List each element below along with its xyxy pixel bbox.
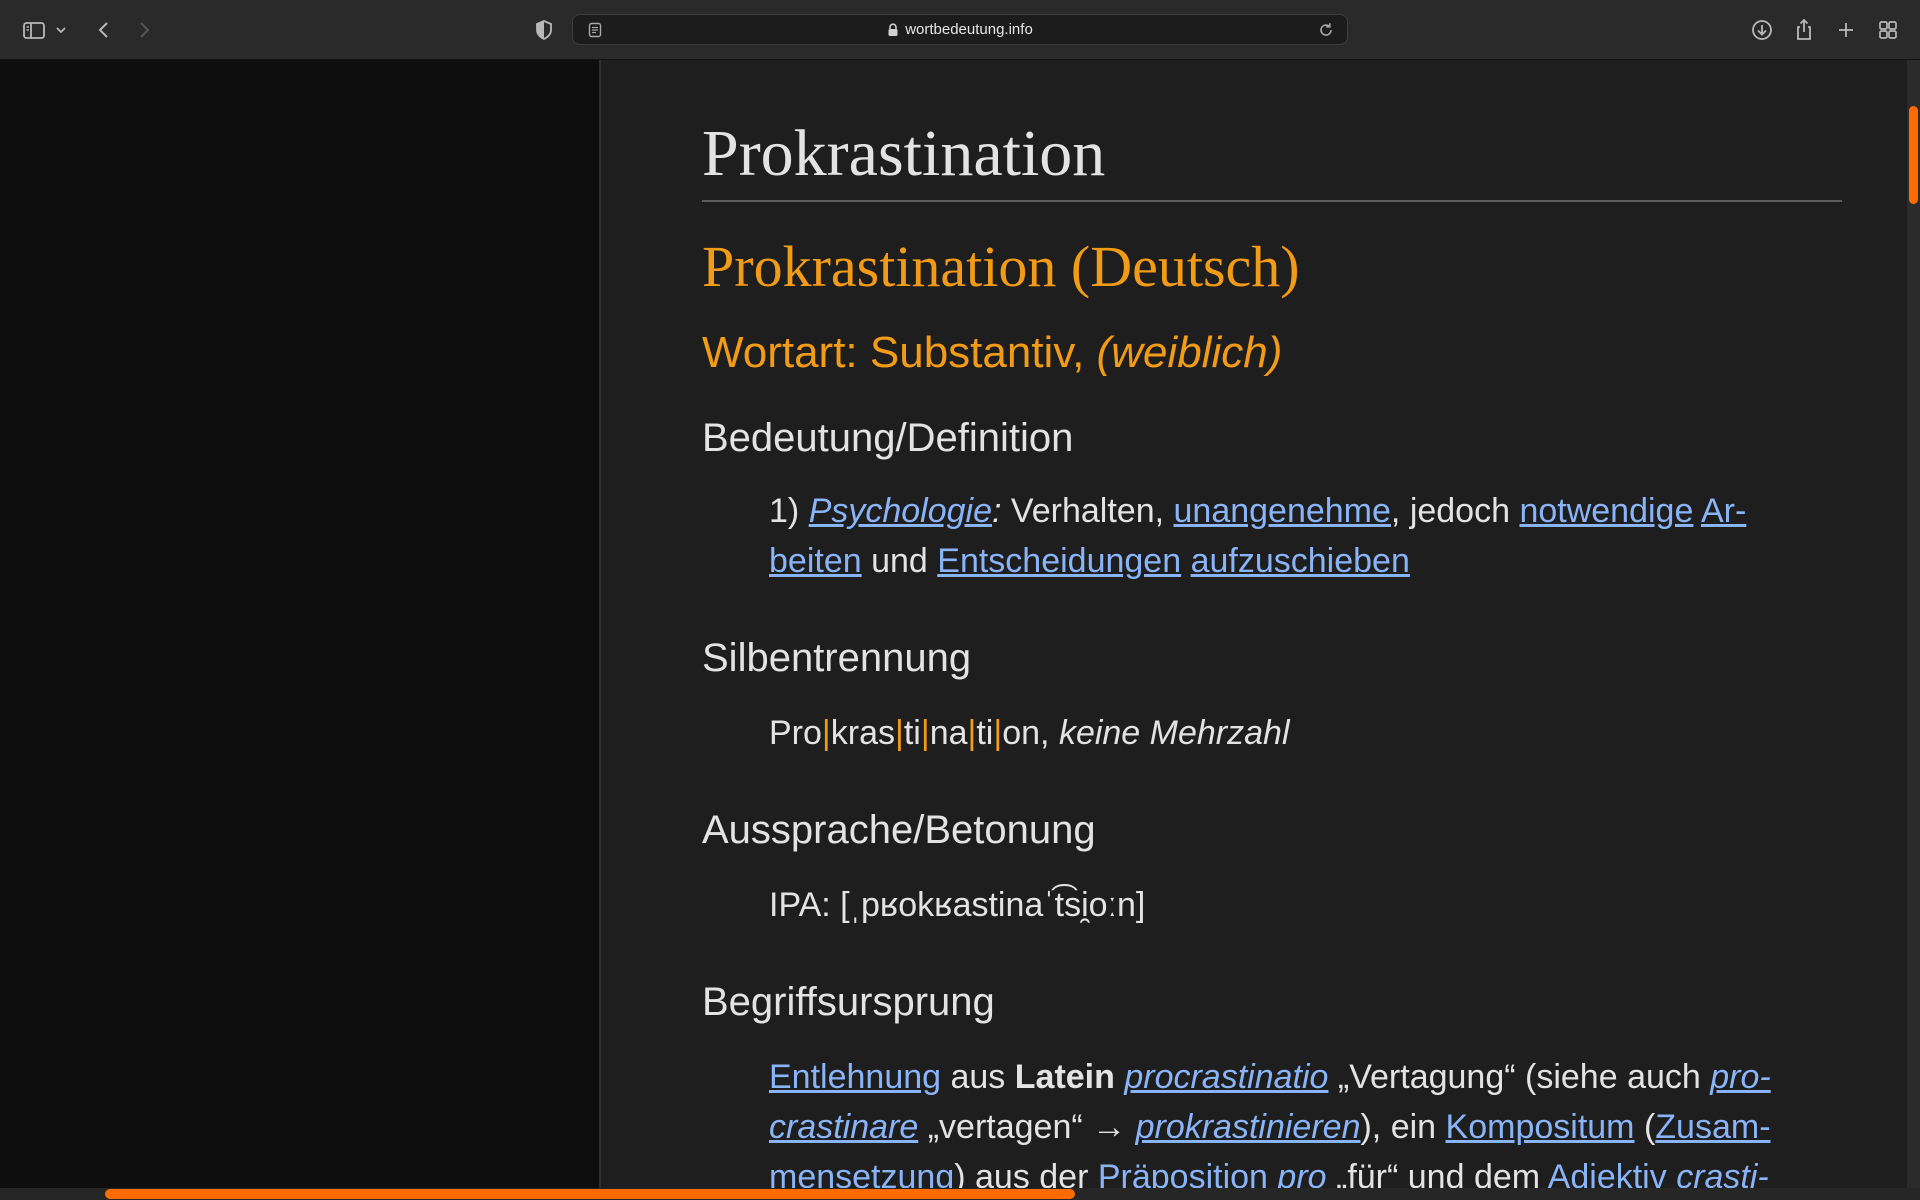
reload-icon[interactable] xyxy=(1317,21,1335,39)
syllables-suffix: , xyxy=(1040,714,1059,753)
url-text[interactable]: wortbedeutung.info xyxy=(905,21,1033,38)
syllable: on xyxy=(1002,714,1041,753)
link-kompositum[interactable]: Kompositum xyxy=(1446,1108,1635,1146)
syllable: ti xyxy=(903,714,921,753)
pos-label: Wortart: Substantiv, xyxy=(702,328,1097,378)
link-procrastinare-part2[interactable]: crastinare xyxy=(769,1108,918,1146)
etymology-text-part xyxy=(1667,1158,1676,1188)
syllable-separator: | xyxy=(821,714,831,753)
pronunciation-heading: Aussprache/Betonung xyxy=(702,808,1096,853)
sidebar-toggle-icon[interactable] xyxy=(20,16,48,44)
definition-text: 1) Psychologie: Verhalten, unangenehme, … xyxy=(769,486,1842,586)
etymology-text-part xyxy=(1115,1058,1124,1096)
link-zusammensetzung-part1[interactable]: Zusam- xyxy=(1655,1108,1770,1146)
link-unangenehme[interactable]: unangenehme xyxy=(1174,492,1391,530)
definition-number: 1) xyxy=(769,492,809,531)
language-latein: Latein xyxy=(1014,1058,1115,1097)
definition-text-part: , jedoch xyxy=(1390,492,1520,531)
gender-label: (weiblich) xyxy=(1096,328,1283,378)
link-psychologie[interactable]: Psychologie xyxy=(809,492,992,530)
forward-icon[interactable] xyxy=(130,16,158,44)
syllables-heading: Silbentrennung xyxy=(702,636,972,681)
definition-text-part xyxy=(1181,542,1190,580)
link-crastinus[interactable]: crasti- xyxy=(1676,1158,1769,1188)
language-heading: Prokrastination (Deutsch) xyxy=(702,233,1300,299)
link-procrastinare-part1[interactable]: pro- xyxy=(1710,1058,1770,1096)
address-bar[interactable]: wortbedeutung.info xyxy=(572,14,1348,45)
definition-heading: Bedeutung/Definition xyxy=(702,416,1074,461)
article: Prokrastination Prokrastination (Deutsch… xyxy=(702,116,1842,1188)
link-praeposition[interactable]: Präposition xyxy=(1098,1158,1268,1188)
downloads-icon[interactable] xyxy=(1748,16,1776,44)
vertical-scroll-thumb[interactable] xyxy=(1909,106,1918,204)
etymology-text-part xyxy=(1268,1158,1277,1188)
link-arbeiten-part1[interactable]: Ar- xyxy=(1701,492,1746,530)
link-entlehnung[interactable]: Entlehnung xyxy=(769,1058,941,1096)
tab-overview-icon[interactable] xyxy=(1874,16,1902,44)
horizontal-scrollbar[interactable] xyxy=(0,1188,1920,1200)
etymology-text: Entlehnung aus Latein procrastinatio „Ve… xyxy=(769,1052,1842,1188)
definition-text-part: Verhalten, xyxy=(1001,492,1174,531)
vertical-scrollbar[interactable] xyxy=(1907,60,1920,1188)
new-tab-icon[interactable] xyxy=(1832,16,1860,44)
link-procrastinatio[interactable]: procrastinatio xyxy=(1124,1058,1328,1096)
lock-icon xyxy=(887,22,899,37)
link-zusammensetzung-part2[interactable]: mensetzung xyxy=(769,1158,954,1188)
part-of-speech-heading: Wortart: Substantiv, (weiblich) xyxy=(702,327,1842,380)
syllable: na xyxy=(929,714,968,753)
etymology-text-part: „vertagen“ → xyxy=(918,1108,1136,1147)
horizontal-scroll-thumb[interactable] xyxy=(105,1189,1075,1199)
syllable: ti xyxy=(976,714,994,753)
etymology-text-part: aus xyxy=(941,1058,1015,1097)
syllable-separator: | xyxy=(920,714,930,753)
link-arbeiten-part2[interactable]: beiten xyxy=(769,542,862,580)
definition-text-part xyxy=(1693,492,1701,530)
back-icon[interactable] xyxy=(90,16,118,44)
browser-toolbar: wortbedeutung.info xyxy=(0,0,1920,60)
definition-text-part: und xyxy=(861,542,938,581)
link-adjektiv[interactable]: Adjektiv xyxy=(1548,1158,1667,1188)
ipa-text: IPA: [ˌpʁokʁastinaˈt͡si̯oːn] xyxy=(769,886,1146,925)
sidebar-panel xyxy=(0,60,601,1188)
page-title: Prokrastination xyxy=(702,116,1842,202)
privacy-shield-icon[interactable] xyxy=(530,16,558,44)
share-icon[interactable] xyxy=(1790,16,1818,44)
chevron-down-icon[interactable] xyxy=(53,16,69,44)
link-entscheidungen[interactable]: Entscheidungen xyxy=(937,542,1181,580)
syllable: Pro xyxy=(769,714,822,753)
etymology-heading: Begriffsursprung xyxy=(702,980,995,1025)
syllables-text: Pro|kras|ti|na|ti|on, keine Mehrzahl xyxy=(769,708,1842,758)
etymology-text-part: ( xyxy=(1634,1108,1656,1147)
etymology-text-part: „Vertagung“ (siehe auch xyxy=(1328,1058,1711,1097)
syllable-separator: | xyxy=(895,714,904,753)
etymology-text-part: ), ein xyxy=(1360,1108,1446,1147)
page-content: Prokrastination Prokrastination (Deutsch… xyxy=(601,60,1907,1188)
link-notwendige[interactable]: notwendige xyxy=(1519,492,1693,530)
link-prokrastinieren[interactable]: prokrastinieren xyxy=(1136,1108,1361,1146)
syllable: kras xyxy=(830,714,895,753)
link-pro[interactable]: pro xyxy=(1277,1158,1326,1188)
etymology-text-part: ) aus der xyxy=(954,1158,1098,1188)
syllable-separator: | xyxy=(993,714,1003,753)
link-aufzuschieben[interactable]: aufzuschieben xyxy=(1191,542,1410,580)
plural-note: keine Mehrzahl xyxy=(1058,714,1290,753)
etymology-text-part: „für“ und dem xyxy=(1326,1158,1548,1188)
